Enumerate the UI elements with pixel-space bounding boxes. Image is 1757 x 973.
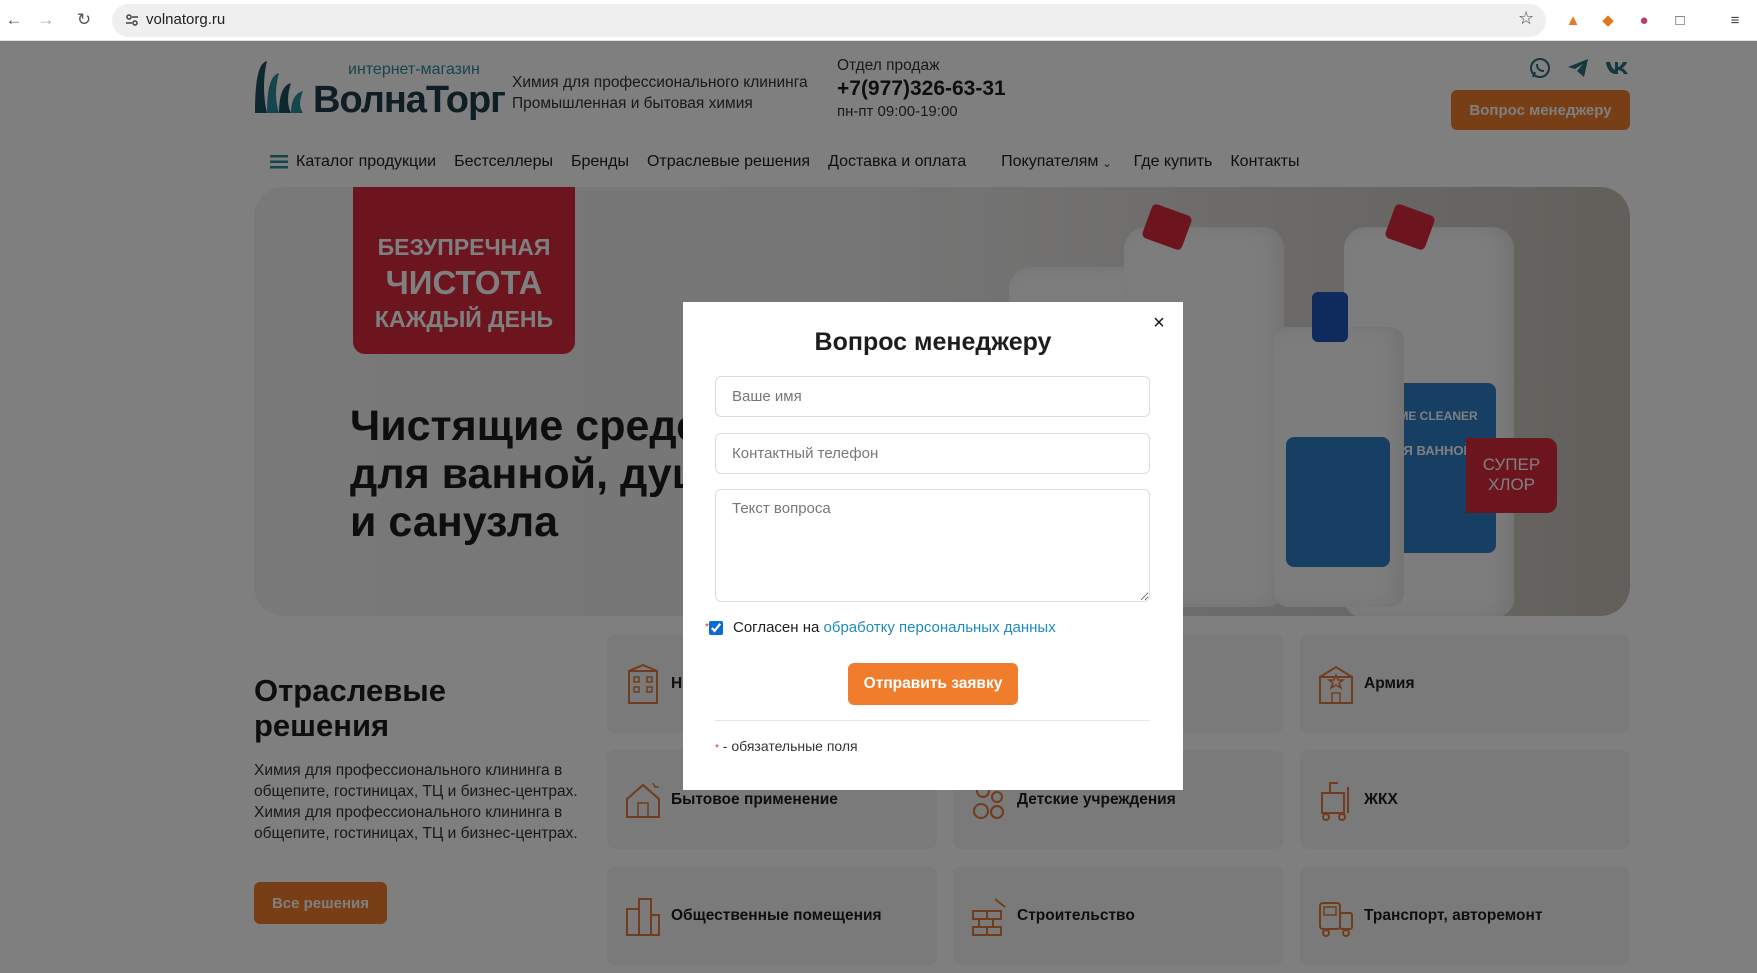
- extension-icon[interactable]: ▲: [1563, 10, 1583, 30]
- forward-icon[interactable]: →: [32, 6, 60, 34]
- address-bar[interactable]: volnatorg.ru ☆: [112, 4, 1546, 37]
- back-icon[interactable]: ←: [0, 6, 28, 34]
- bookmark-star-icon[interactable]: ☆: [1518, 8, 1534, 29]
- consent-link[interactable]: обработку персональных данных: [824, 619, 1056, 636]
- divider: [715, 720, 1150, 721]
- consent-row: Согласен на обработку персональных данны…: [705, 619, 1056, 636]
- required-note-text: - обязательные поля: [722, 738, 858, 754]
- extension-icon[interactable]: ●: [1634, 10, 1654, 30]
- consent-text: Согласен на: [733, 619, 820, 636]
- required-mark: *: [715, 743, 719, 754]
- modal-title: Вопрос менеджеру: [814, 328, 1052, 356]
- reload-icon[interactable]: ↻: [70, 6, 98, 34]
- url-text[interactable]: volnatorg.ru: [146, 11, 225, 28]
- extensions-puzzle-icon[interactable]: □: [1670, 10, 1690, 30]
- ask-manager-modal: × Вопрос менеджеру * * Согласен на обраб…: [683, 302, 1183, 790]
- metamask-icon[interactable]: ◆: [1598, 10, 1618, 30]
- question-textarea[interactable]: [715, 489, 1150, 602]
- browser-toolbar: ← → ↻ volnatorg.ru ☆ ▲ ◆ ● □ ≡: [0, 0, 1757, 41]
- consent-checkbox[interactable]: [709, 620, 723, 635]
- name-field[interactable]: [715, 376, 1150, 417]
- phone-field[interactable]: [715, 433, 1150, 474]
- required-note: * - обязательные поля: [715, 738, 858, 754]
- submit-button[interactable]: Отправить заявку: [848, 663, 1018, 705]
- site-settings-icon[interactable]: [124, 12, 140, 28]
- browser-menu-icon[interactable]: ≡: [1725, 10, 1745, 30]
